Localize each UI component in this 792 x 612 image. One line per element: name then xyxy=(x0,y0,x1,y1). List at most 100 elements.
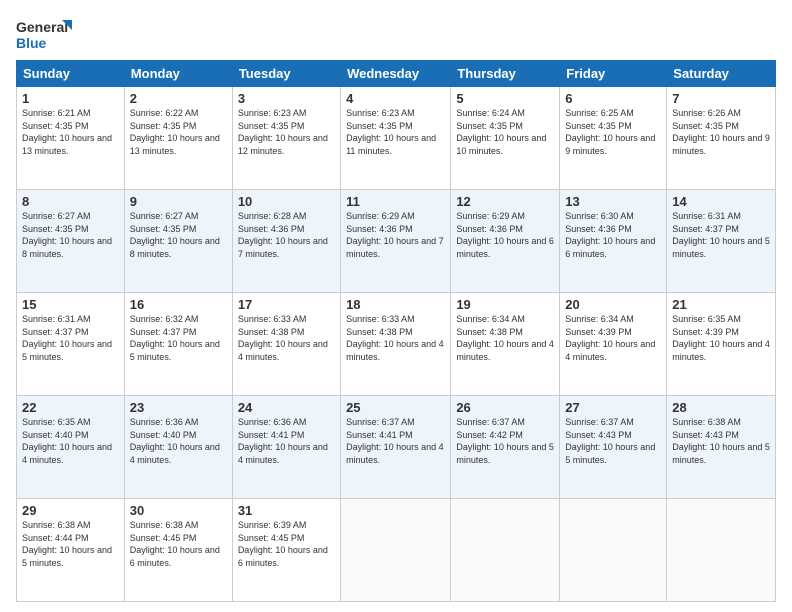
day-info: Sunrise: 6:26 AMSunset: 4:35 PMDaylight:… xyxy=(672,108,770,156)
week-row-0: 1 Sunrise: 6:21 AMSunset: 4:35 PMDayligh… xyxy=(17,87,776,190)
cell-r2-c3: 18 Sunrise: 6:33 AMSunset: 4:38 PMDaylig… xyxy=(341,293,451,396)
day-number: 21 xyxy=(672,297,770,312)
cell-r1-c2: 10 Sunrise: 6:28 AMSunset: 4:36 PMDaylig… xyxy=(232,190,340,293)
cell-r3-c4: 26 Sunrise: 6:37 AMSunset: 4:42 PMDaylig… xyxy=(451,396,560,499)
week-row-3: 22 Sunrise: 6:35 AMSunset: 4:40 PMDaylig… xyxy=(17,396,776,499)
cell-r3-c6: 28 Sunrise: 6:38 AMSunset: 4:43 PMDaylig… xyxy=(667,396,776,499)
col-tuesday: Tuesday xyxy=(232,61,340,87)
day-number: 28 xyxy=(672,400,770,415)
logo: General Blue xyxy=(16,16,76,52)
cell-r4-c6 xyxy=(667,499,776,602)
day-info: Sunrise: 6:29 AMSunset: 4:36 PMDaylight:… xyxy=(346,211,444,259)
day-number: 18 xyxy=(346,297,445,312)
day-info: Sunrise: 6:33 AMSunset: 4:38 PMDaylight:… xyxy=(238,314,328,362)
day-number: 13 xyxy=(565,194,661,209)
day-number: 11 xyxy=(346,194,445,209)
day-info: Sunrise: 6:34 AMSunset: 4:39 PMDaylight:… xyxy=(565,314,655,362)
day-number: 31 xyxy=(238,503,335,518)
cell-r0-c0: 1 Sunrise: 6:21 AMSunset: 4:35 PMDayligh… xyxy=(17,87,125,190)
cell-r3-c0: 22 Sunrise: 6:35 AMSunset: 4:40 PMDaylig… xyxy=(17,396,125,499)
day-info: Sunrise: 6:38 AMSunset: 4:44 PMDaylight:… xyxy=(22,520,112,568)
col-saturday: Saturday xyxy=(667,61,776,87)
day-info: Sunrise: 6:36 AMSunset: 4:41 PMDaylight:… xyxy=(238,417,328,465)
cell-r4-c3 xyxy=(341,499,451,602)
page: General Blue Sunday Monday Tuesday Wedne… xyxy=(0,0,792,612)
cell-r1-c0: 8 Sunrise: 6:27 AMSunset: 4:35 PMDayligh… xyxy=(17,190,125,293)
day-number: 1 xyxy=(22,91,119,106)
cell-r4-c2: 31 Sunrise: 6:39 AMSunset: 4:45 PMDaylig… xyxy=(232,499,340,602)
cell-r1-c4: 12 Sunrise: 6:29 AMSunset: 4:36 PMDaylig… xyxy=(451,190,560,293)
day-number: 7 xyxy=(672,91,770,106)
col-wednesday: Wednesday xyxy=(341,61,451,87)
day-number: 19 xyxy=(456,297,554,312)
week-row-4: 29 Sunrise: 6:38 AMSunset: 4:44 PMDaylig… xyxy=(17,499,776,602)
cell-r4-c0: 29 Sunrise: 6:38 AMSunset: 4:44 PMDaylig… xyxy=(17,499,125,602)
day-info: Sunrise: 6:35 AMSunset: 4:39 PMDaylight:… xyxy=(672,314,770,362)
cell-r0-c1: 2 Sunrise: 6:22 AMSunset: 4:35 PMDayligh… xyxy=(124,87,232,190)
calendar-table: Sunday Monday Tuesday Wednesday Thursday… xyxy=(16,60,776,602)
day-number: 24 xyxy=(238,400,335,415)
day-number: 23 xyxy=(130,400,227,415)
cell-r2-c1: 16 Sunrise: 6:32 AMSunset: 4:37 PMDaylig… xyxy=(124,293,232,396)
day-number: 9 xyxy=(130,194,227,209)
day-info: Sunrise: 6:21 AMSunset: 4:35 PMDaylight:… xyxy=(22,108,112,156)
day-info: Sunrise: 6:24 AMSunset: 4:35 PMDaylight:… xyxy=(456,108,546,156)
day-info: Sunrise: 6:35 AMSunset: 4:40 PMDaylight:… xyxy=(22,417,112,465)
day-number: 2 xyxy=(130,91,227,106)
cell-r4-c1: 30 Sunrise: 6:38 AMSunset: 4:45 PMDaylig… xyxy=(124,499,232,602)
day-info: Sunrise: 6:22 AMSunset: 4:35 PMDaylight:… xyxy=(130,108,220,156)
svg-text:General: General xyxy=(16,19,68,35)
day-number: 4 xyxy=(346,91,445,106)
day-number: 8 xyxy=(22,194,119,209)
cell-r3-c2: 24 Sunrise: 6:36 AMSunset: 4:41 PMDaylig… xyxy=(232,396,340,499)
day-info: Sunrise: 6:36 AMSunset: 4:40 PMDaylight:… xyxy=(130,417,220,465)
day-number: 3 xyxy=(238,91,335,106)
day-info: Sunrise: 6:37 AMSunset: 4:42 PMDaylight:… xyxy=(456,417,554,465)
day-info: Sunrise: 6:25 AMSunset: 4:35 PMDaylight:… xyxy=(565,108,655,156)
day-info: Sunrise: 6:27 AMSunset: 4:35 PMDaylight:… xyxy=(22,211,112,259)
day-number: 25 xyxy=(346,400,445,415)
cell-r1-c3: 11 Sunrise: 6:29 AMSunset: 4:36 PMDaylig… xyxy=(341,190,451,293)
day-number: 5 xyxy=(456,91,554,106)
cell-r1-c1: 9 Sunrise: 6:27 AMSunset: 4:35 PMDayligh… xyxy=(124,190,232,293)
day-info: Sunrise: 6:38 AMSunset: 4:45 PMDaylight:… xyxy=(130,520,220,568)
header-row: Sunday Monday Tuesday Wednesday Thursday… xyxy=(17,61,776,87)
cell-r1-c5: 13 Sunrise: 6:30 AMSunset: 4:36 PMDaylig… xyxy=(560,190,667,293)
cell-r3-c1: 23 Sunrise: 6:36 AMSunset: 4:40 PMDaylig… xyxy=(124,396,232,499)
day-info: Sunrise: 6:27 AMSunset: 4:35 PMDaylight:… xyxy=(130,211,220,259)
day-number: 16 xyxy=(130,297,227,312)
day-number: 12 xyxy=(456,194,554,209)
day-info: Sunrise: 6:34 AMSunset: 4:38 PMDaylight:… xyxy=(456,314,554,362)
col-friday: Friday xyxy=(560,61,667,87)
cell-r0-c4: 5 Sunrise: 6:24 AMSunset: 4:35 PMDayligh… xyxy=(451,87,560,190)
col-sunday: Sunday xyxy=(17,61,125,87)
cell-r4-c5 xyxy=(560,499,667,602)
cell-r3-c5: 27 Sunrise: 6:37 AMSunset: 4:43 PMDaylig… xyxy=(560,396,667,499)
day-info: Sunrise: 6:37 AMSunset: 4:43 PMDaylight:… xyxy=(565,417,655,465)
cell-r1-c6: 14 Sunrise: 6:31 AMSunset: 4:37 PMDaylig… xyxy=(667,190,776,293)
day-number: 17 xyxy=(238,297,335,312)
svg-text:Blue: Blue xyxy=(16,35,47,51)
day-info: Sunrise: 6:23 AMSunset: 4:35 PMDaylight:… xyxy=(238,108,328,156)
cell-r2-c5: 20 Sunrise: 6:34 AMSunset: 4:39 PMDaylig… xyxy=(560,293,667,396)
cell-r0-c5: 6 Sunrise: 6:25 AMSunset: 4:35 PMDayligh… xyxy=(560,87,667,190)
day-number: 27 xyxy=(565,400,661,415)
day-number: 10 xyxy=(238,194,335,209)
day-info: Sunrise: 6:37 AMSunset: 4:41 PMDaylight:… xyxy=(346,417,444,465)
day-info: Sunrise: 6:33 AMSunset: 4:38 PMDaylight:… xyxy=(346,314,444,362)
day-number: 26 xyxy=(456,400,554,415)
day-info: Sunrise: 6:39 AMSunset: 4:45 PMDaylight:… xyxy=(238,520,328,568)
day-number: 29 xyxy=(22,503,119,518)
cell-r0-c3: 4 Sunrise: 6:23 AMSunset: 4:35 PMDayligh… xyxy=(341,87,451,190)
cell-r0-c6: 7 Sunrise: 6:26 AMSunset: 4:35 PMDayligh… xyxy=(667,87,776,190)
col-monday: Monday xyxy=(124,61,232,87)
week-row-2: 15 Sunrise: 6:31 AMSunset: 4:37 PMDaylig… xyxy=(17,293,776,396)
cell-r2-c4: 19 Sunrise: 6:34 AMSunset: 4:38 PMDaylig… xyxy=(451,293,560,396)
day-number: 15 xyxy=(22,297,119,312)
day-number: 20 xyxy=(565,297,661,312)
logo-svg: General Blue xyxy=(16,16,76,52)
col-thursday: Thursday xyxy=(451,61,560,87)
day-number: 6 xyxy=(565,91,661,106)
cell-r2-c0: 15 Sunrise: 6:31 AMSunset: 4:37 PMDaylig… xyxy=(17,293,125,396)
cell-r2-c6: 21 Sunrise: 6:35 AMSunset: 4:39 PMDaylig… xyxy=(667,293,776,396)
